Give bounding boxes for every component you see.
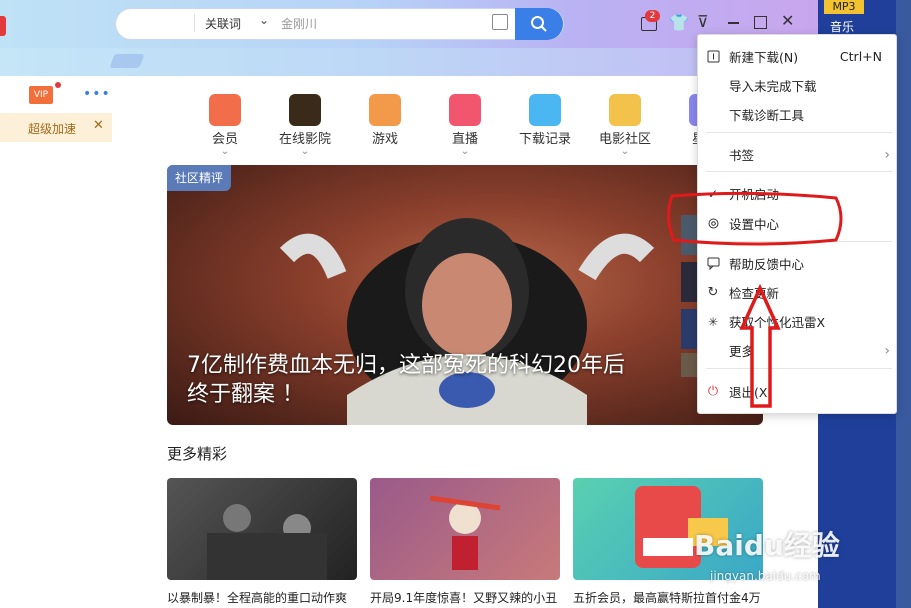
menu-item-2[interactable]: 下载诊断工具: [698, 100, 896, 129]
search-input[interactable]: 金刚川: [281, 15, 317, 32]
main-menu-icon[interactable]: ⊽: [697, 12, 709, 31]
category-3[interactable]: 直播 ⌄: [435, 94, 495, 157]
category-icon: [209, 94, 241, 126]
card-caption[interactable]: 五折会员，最高赢特斯拉首付金4万: [573, 589, 763, 606]
vip-badge[interactable]: VIP: [29, 86, 53, 104]
red-dot: [55, 82, 61, 88]
chevron-right-icon: ›: [884, 146, 890, 163]
category-icon: [369, 94, 401, 126]
close-button[interactable]: ✕: [781, 11, 794, 30]
category-icon: [449, 94, 481, 126]
watermark-url: jingyan.baidu.com: [710, 569, 821, 583]
close-icon[interactable]: ✕: [93, 118, 104, 133]
promo-label[interactable]: 超级加速: [28, 120, 76, 137]
hero-tag: 社区精评: [167, 165, 232, 191]
card-caption[interactable]: 开局9.1年度惊喜！又野又辣的小丑: [370, 589, 560, 606]
notification-badge: 2: [645, 10, 660, 22]
promo-bar: 超级加速 ✕: [0, 113, 112, 142]
menu-item-label: 下载诊断工具: [729, 108, 805, 123]
hero-title: 7亿制作费血本无归，这部冤死的科幻20年后 终于翻案 ！: [187, 351, 625, 409]
menu-item-0[interactable]: 新建下载(N) Ctrl+N: [698, 42, 896, 71]
minimize-button[interactable]: [728, 22, 739, 24]
menu-shortcut: Ctrl+N: [839, 49, 882, 64]
hero-title-line1: 7亿制作费血本无归，这部冤死的科幻20年后: [187, 353, 625, 378]
category-icon: [529, 94, 561, 126]
new-download-icon: [706, 50, 720, 64]
app-logo: [0, 16, 6, 36]
watermark-logo: Baidu经验: [694, 529, 840, 562]
divider: [194, 14, 195, 32]
chevron-down-icon: ⌄: [220, 146, 230, 157]
chevron-down-icon: ⌄: [620, 146, 630, 157]
card-thumbnail[interactable]: [167, 478, 357, 580]
menu-item-label: 导入未完成下载: [729, 79, 817, 94]
hero-title-line2: 终于翻案 ！: [187, 382, 304, 407]
menu-separator: [706, 132, 892, 133]
skin-icon[interactable]: 👕: [669, 13, 689, 32]
menu-item-1[interactable]: 导入未完成下载: [698, 71, 896, 100]
category-label: 在线影院: [278, 132, 331, 147]
menu-item-3[interactable]: 书签 ›: [698, 140, 896, 169]
menu-separator: [706, 171, 892, 172]
category-label: 会员: [211, 132, 238, 147]
category-label: 电影社区: [598, 132, 651, 147]
chevron-down-icon: ⌄: [300, 146, 310, 157]
category-label: 直播: [451, 132, 478, 147]
category-4[interactable]: 下载记录: [515, 94, 575, 147]
search-button[interactable]: [515, 8, 563, 40]
chevron-right-icon: ›: [884, 342, 890, 359]
menu-item-label: 书签: [729, 148, 755, 163]
maximize-button[interactable]: [754, 16, 767, 29]
category-0[interactable]: 会员 ⌄: [195, 94, 255, 157]
search-icon: [531, 16, 547, 32]
desktop-icon-label[interactable]: 音乐: [830, 18, 854, 35]
category-label: 下载记录: [518, 132, 571, 147]
more-dots-icon[interactable]: •••: [83, 86, 111, 102]
screenshot-icon[interactable]: [492, 14, 508, 30]
category-1[interactable]: 在线影院 ⌄: [275, 94, 335, 157]
search-tag: 关联词: [205, 17, 242, 31]
vip-label: VIP: [33, 90, 49, 100]
annotation-overlay: [667, 191, 843, 408]
clown-cartoon-image: [429, 495, 501, 570]
mp3-icon[interactable]: MP3: [824, 0, 864, 14]
section-title: 更多精彩: [167, 445, 228, 463]
search-bar[interactable]: 关联词 ⌄ 金刚川: [115, 8, 564, 40]
new-tab[interactable]: [109, 54, 145, 68]
chevron-down-icon: ⌄: [460, 146, 470, 157]
desktop-edge: [896, 0, 911, 608]
chevron-down-icon[interactable]: ⌄: [259, 13, 269, 27]
category-2[interactable]: 游戏: [355, 94, 415, 147]
category-icon: [289, 94, 321, 126]
category-label: 游戏: [371, 132, 398, 147]
category-5[interactable]: 电影社区 ⌄: [595, 94, 655, 157]
card-thumbnail[interactable]: [370, 478, 560, 580]
card-caption[interactable]: 以暴制暴！全程高能的重口动作爽: [167, 589, 357, 606]
category-icon: [609, 94, 641, 126]
menu-item-label: 新建下载(N): [729, 50, 799, 65]
action-scene-image: [207, 504, 327, 580]
